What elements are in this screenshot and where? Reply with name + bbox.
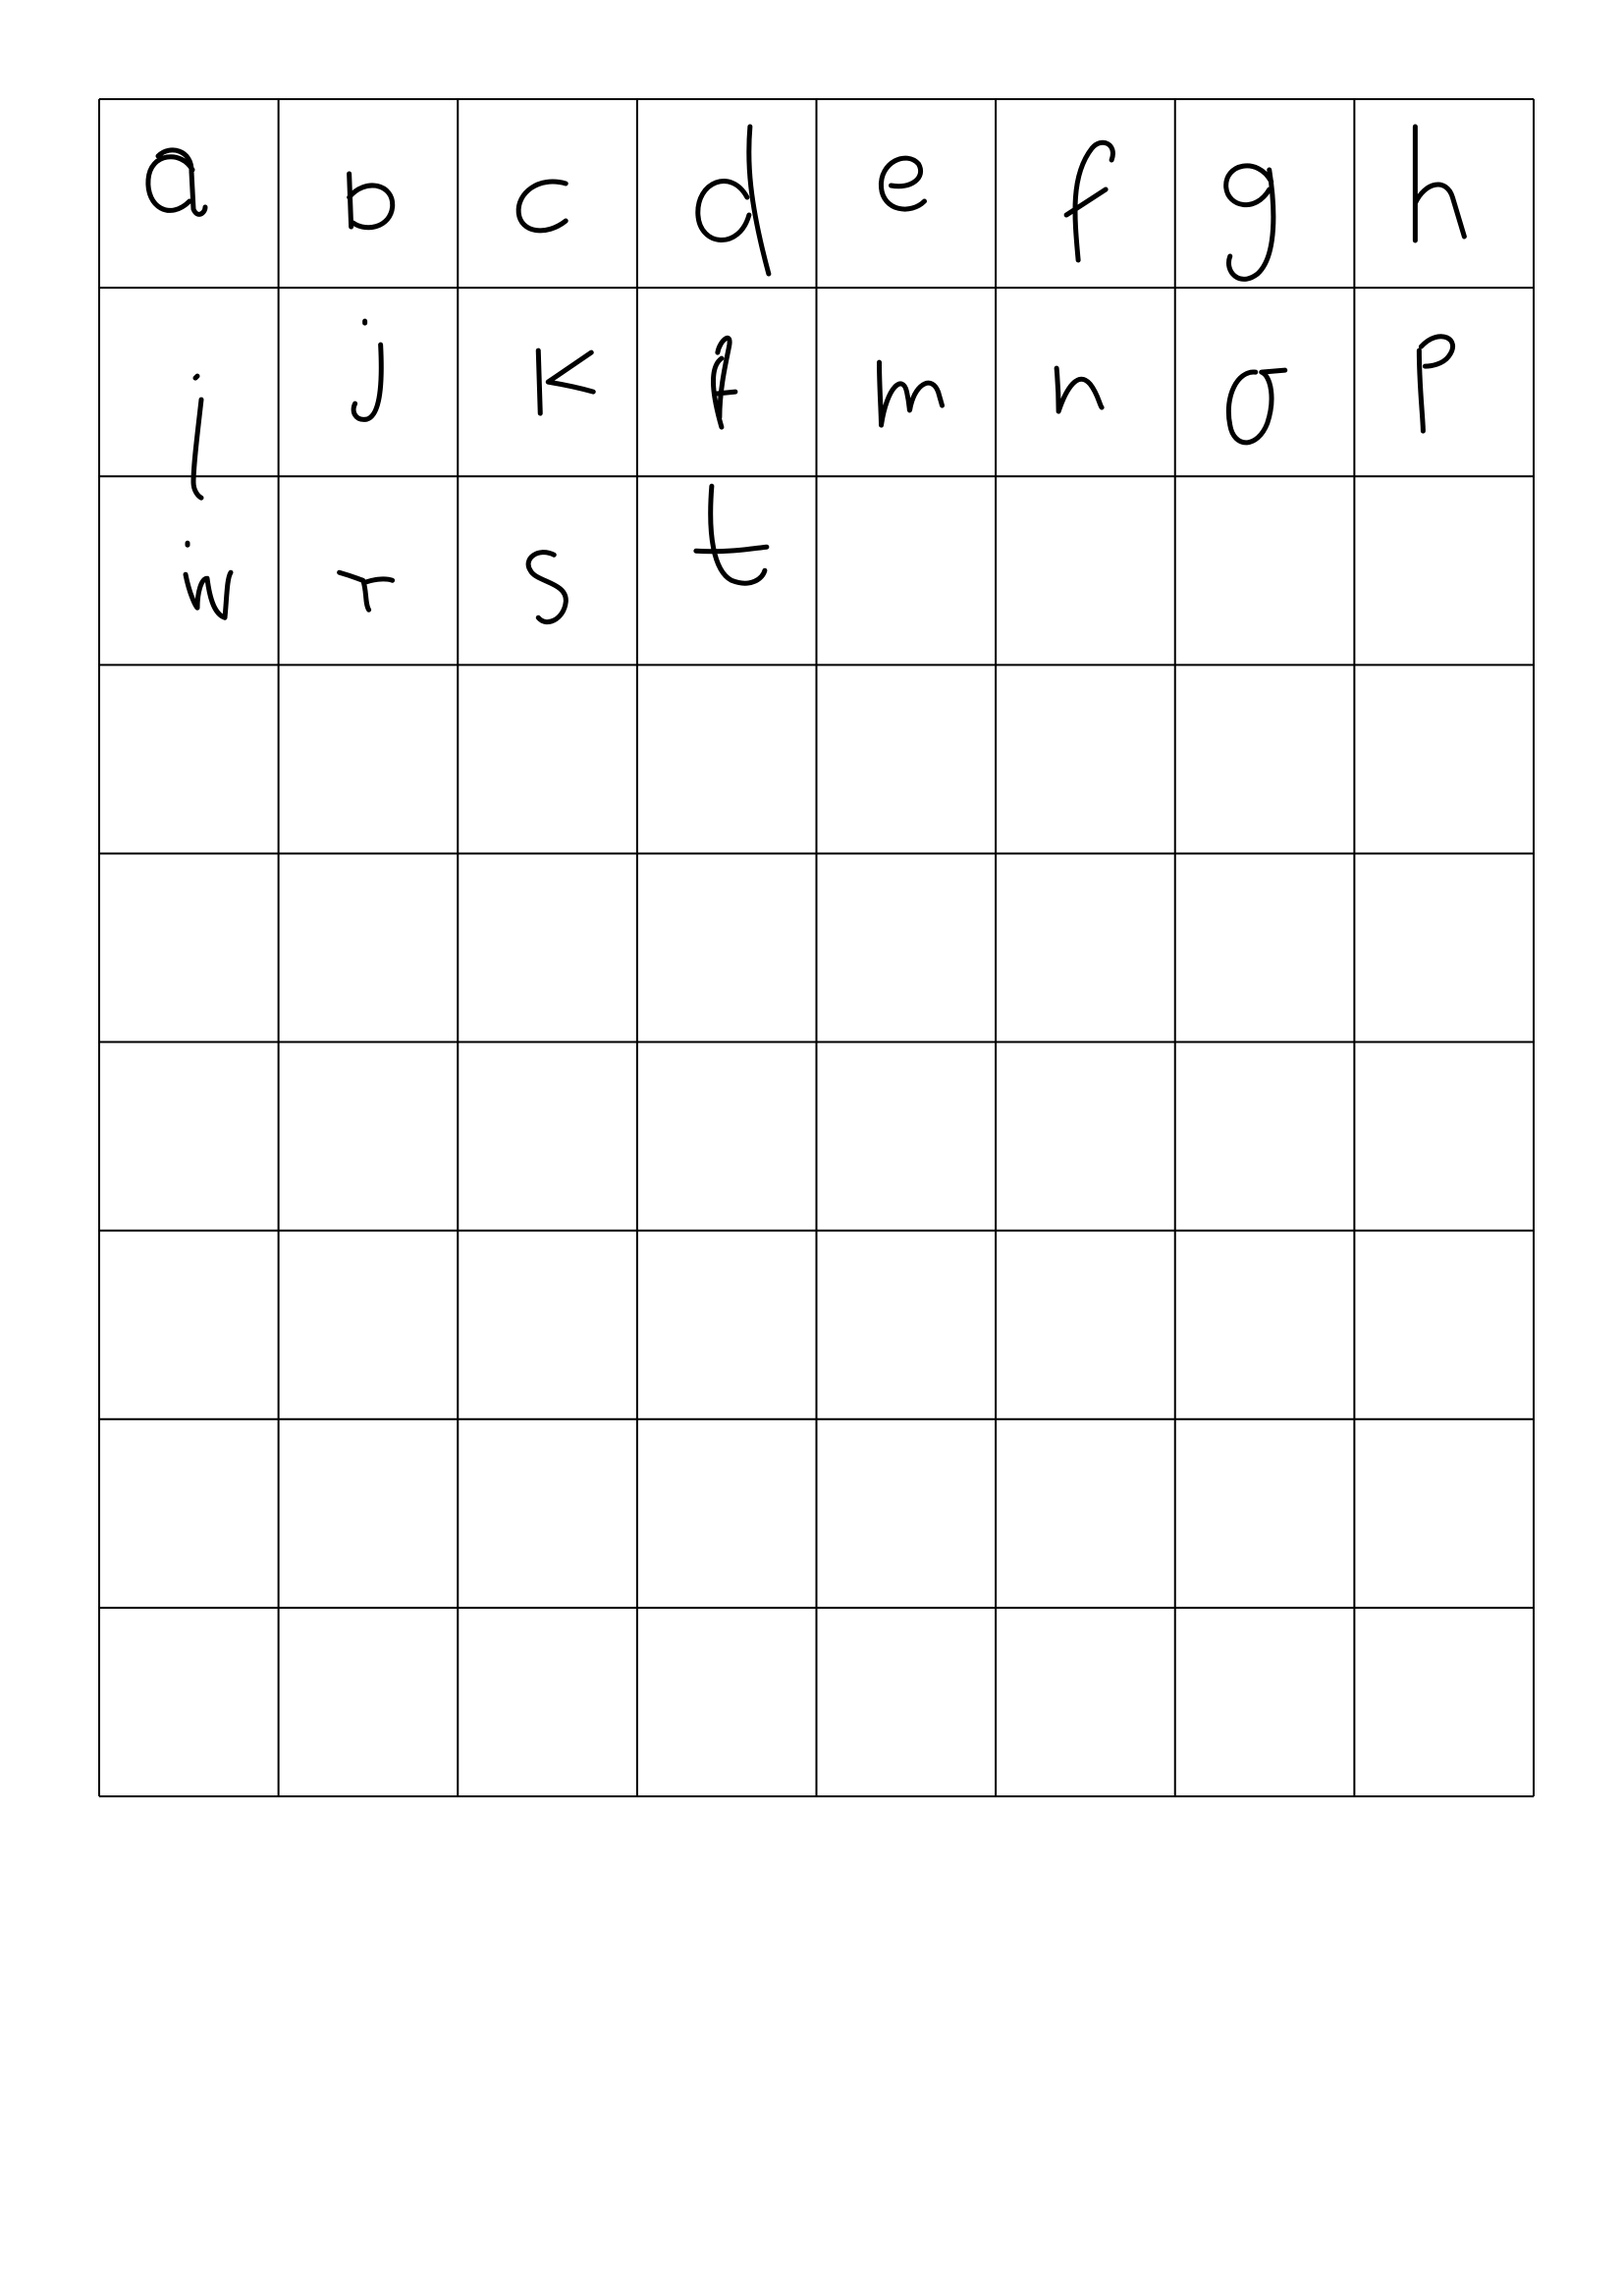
grid-cell-empty — [99, 1607, 279, 1796]
grid-cell-r — [278, 476, 459, 666]
grid-cell-empty — [278, 1041, 459, 1231]
grid-cell-t — [636, 476, 817, 666]
grid-cell-empty — [996, 476, 1175, 666]
grid-cell-empty — [278, 1607, 459, 1796]
grid-cell-empty — [816, 1041, 997, 1231]
grid-cell-empty — [1174, 1230, 1355, 1419]
grid-cell-l — [636, 288, 817, 477]
grid-cell-empty — [1354, 476, 1534, 666]
grid-cell-empty — [996, 1230, 1175, 1419]
grid-cell-e — [816, 99, 997, 289]
grid-cell-empty — [458, 1418, 637, 1608]
grid-cell-empty — [636, 1230, 817, 1419]
grid-cell-empty — [816, 853, 997, 1042]
grid-cell-empty — [636, 665, 817, 854]
grid-cell-h — [1354, 99, 1534, 289]
grid-cell-c — [458, 99, 637, 289]
grid-cell-empty — [636, 853, 817, 1042]
grid-cell-empty — [1174, 1041, 1355, 1231]
grid-cell-empty — [458, 1230, 637, 1419]
grid-cell-empty — [458, 665, 637, 854]
grid-cell-empty — [1354, 1230, 1534, 1419]
grid-cell-d — [636, 99, 817, 289]
grid-cell-o — [1174, 288, 1355, 477]
grid-cell-f — [996, 99, 1175, 289]
grid-cell-empty — [1354, 1041, 1534, 1231]
grid-cell-empty — [1354, 1418, 1534, 1608]
grid-cell-empty — [816, 476, 997, 666]
grid-cell-empty — [1174, 853, 1355, 1042]
grid-cell-empty — [1174, 1607, 1355, 1796]
grid-cell-a — [99, 99, 279, 289]
grid-cell-empty — [996, 1418, 1175, 1608]
grid-cell-empty — [458, 1041, 637, 1231]
grid-cell-empty — [996, 853, 1175, 1042]
grid-cell-empty — [99, 1041, 279, 1231]
grid-cell-empty — [278, 665, 459, 854]
grid-cell-empty — [816, 665, 997, 854]
grid-cell-empty — [636, 1418, 817, 1608]
grid-cell-b — [278, 99, 459, 289]
grid-cell-j — [278, 288, 459, 477]
grid-cell-empty — [1354, 1607, 1534, 1796]
letter-grid — [98, 98, 1535, 1797]
grid-cell-empty — [816, 1230, 997, 1419]
grid-cell-empty — [99, 1230, 279, 1419]
grid-cell-empty — [1174, 476, 1355, 666]
grid-cell-empty — [458, 853, 637, 1042]
grid-cell-empty — [996, 1041, 1175, 1231]
grid-cell-empty — [636, 1607, 817, 1796]
grid-cell-empty — [996, 1607, 1175, 1796]
grid-cell-empty — [458, 1607, 637, 1796]
handwritten-stroke — [192, 373, 200, 381]
grid-cell-p — [1354, 288, 1534, 477]
grid-cell-empty — [278, 853, 459, 1042]
grid-cell-empty — [99, 1418, 279, 1608]
grid-cell-empty — [1354, 665, 1534, 854]
grid-cell-empty — [816, 1418, 997, 1608]
grid-cell-empty — [1174, 665, 1355, 854]
grid-cell-s — [458, 476, 637, 666]
handwriting-worksheet-page — [0, 0, 1624, 2296]
grid-cell-empty — [99, 853, 279, 1042]
grid-cell-empty — [636, 1041, 817, 1231]
grid-cell-empty — [816, 1607, 997, 1796]
grid-cell-w — [99, 476, 279, 666]
grid-cell-empty — [278, 1418, 459, 1608]
grid-cell-empty — [99, 665, 279, 854]
grid-cell-empty — [1354, 853, 1534, 1042]
grid-cell-empty — [996, 665, 1175, 854]
grid-cell-m — [816, 288, 997, 477]
grid-cell-empty — [1174, 1418, 1355, 1608]
grid-cell-empty — [278, 1230, 459, 1419]
grid-cell-i — [99, 288, 279, 477]
